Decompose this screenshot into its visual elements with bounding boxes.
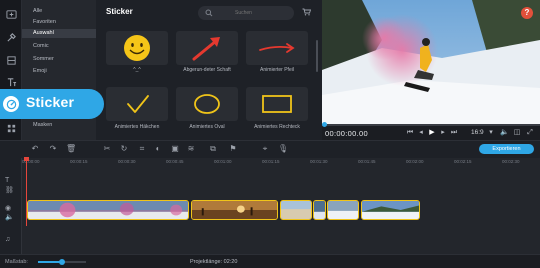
timeline-clip[interactable] xyxy=(313,200,326,220)
smiley-icon xyxy=(124,35,150,61)
video-preview[interactable] xyxy=(322,0,540,124)
category-favorites[interactable]: Favoriten xyxy=(22,18,96,27)
clip-properties-icon[interactable]: ▣ xyxy=(170,144,180,154)
titles-icon[interactable] xyxy=(3,74,19,90)
sticker-caption: Abgerun-deter Schaft xyxy=(183,67,231,73)
aspect-ratio-select[interactable]: 16:9 xyxy=(471,129,484,136)
step-back-icon[interactable]: ◂ xyxy=(417,129,425,137)
category-comic[interactable]: Comic xyxy=(22,42,96,51)
panel-title: Sticker xyxy=(106,7,133,16)
crop-icon[interactable]: ⌗ xyxy=(137,144,147,154)
timeline-toolbar xyxy=(0,140,540,158)
video-track-mute-icon[interactable]: 🔈 xyxy=(5,213,17,223)
checkmark-icon xyxy=(127,95,149,113)
category-selection[interactable]: Auswahl xyxy=(22,29,96,38)
ruler-tick: 00:01:30 xyxy=(310,159,328,164)
more-icon[interactable] xyxy=(3,120,19,136)
undo-icon[interactable]: ↶ xyxy=(30,144,40,154)
timeline-clip[interactable] xyxy=(361,200,420,220)
sticker-tile-arrow[interactable] xyxy=(176,31,238,65)
tool-rail xyxy=(0,0,22,140)
zoom-slider[interactable] xyxy=(38,259,86,265)
stickers-icon xyxy=(3,96,19,112)
oval-icon xyxy=(194,94,220,114)
fullscreen-icon[interactable]: ⤢ xyxy=(526,129,534,137)
status-bar: Maßstab: Projektlänge: 02:20 xyxy=(0,254,540,268)
color-adjust-icon[interactable]: ◐ xyxy=(153,144,163,154)
sticker-caption: ^_^ xyxy=(133,67,141,73)
sticker-caption: Animiertes Oval xyxy=(189,124,225,130)
audio-icon[interactable]: ≋ xyxy=(186,144,196,154)
skip-back-icon[interactable]: ⏮ xyxy=(406,129,414,137)
sticker-tile-smiley[interactable] xyxy=(106,31,168,65)
ruler-tick: 00:02:15 xyxy=(454,159,472,164)
ruler-tick: 00:00:30 xyxy=(118,159,136,164)
panel-scrollbar[interactable] xyxy=(316,40,318,72)
preview-image xyxy=(322,0,540,124)
cut-icon[interactable]: ✂ xyxy=(102,144,112,154)
microphone-icon[interactable]: 🎙 xyxy=(278,144,288,154)
play-icon[interactable]: ▶ xyxy=(428,129,436,137)
tools-icon[interactable] xyxy=(3,29,19,45)
link-track-icon[interactable]: ⛓ xyxy=(5,186,17,196)
volume-icon[interactable]: 🔈 xyxy=(500,129,509,137)
timeline[interactable]: 00:00:00 00:00:15 00:00:30 00:00:45 00:0… xyxy=(0,158,540,254)
redo-icon[interactable]: ↷ xyxy=(48,144,58,154)
scale-label: Maßstab: xyxy=(5,259,28,265)
playhead[interactable] xyxy=(26,158,27,226)
ruler-tick: 00:00:45 xyxy=(166,159,184,164)
ruler-tick: 00:00:15 xyxy=(70,159,88,164)
arrow-icon xyxy=(192,37,220,61)
ruler-tick: 00:02:00 xyxy=(406,159,424,164)
timeline-clip[interactable] xyxy=(27,200,189,220)
ruler-tick: 00:01:15 xyxy=(262,159,280,164)
ruler-tick: 00:01:45 xyxy=(358,159,376,164)
category-masks[interactable]: Masken xyxy=(22,121,96,130)
search-icon xyxy=(205,9,213,17)
app-window: Alle Favoriten Auswahl Comic Sommer Emoj… xyxy=(0,0,540,268)
sticker-tile-curved-arrow[interactable] xyxy=(246,31,308,65)
category-emoji[interactable]: Emoji xyxy=(22,67,96,76)
rotate-icon[interactable]: ↻ xyxy=(119,144,129,154)
export-button[interactable]: Exportieren xyxy=(479,144,534,154)
time-ruler[interactable]: 00:00:00 00:00:15 00:00:30 00:00:45 00:0… xyxy=(22,158,540,166)
store-cart-icon[interactable] xyxy=(302,8,311,16)
timecode: 00:00:00.00 xyxy=(325,129,368,138)
sticker-caption: Animierter Pfeil xyxy=(260,67,294,73)
split-screen-icon[interactable]: ⧉ xyxy=(208,144,218,154)
sticker-category-list: Alle Favoriten Auswahl Comic Sommer Emoj… xyxy=(22,0,119,140)
playback-progress[interactable] xyxy=(322,122,540,127)
timeline-clip[interactable] xyxy=(280,200,312,220)
sticker-tile-checkmark[interactable] xyxy=(106,87,168,121)
category-summer[interactable]: Sommer xyxy=(22,55,96,64)
progress-handle[interactable] xyxy=(322,122,327,127)
delete-icon[interactable]: 🗑 xyxy=(66,144,76,154)
skip-forward-icon[interactable]: ⏭ xyxy=(450,129,458,137)
rectangle-icon xyxy=(262,95,292,113)
step-forward-icon[interactable]: ▸ xyxy=(439,129,447,137)
timeline-clip[interactable] xyxy=(191,200,278,220)
marker-icon[interactable]: ⚑ xyxy=(228,144,238,154)
sticker-tile-rectangle[interactable] xyxy=(246,87,308,121)
sticker-caption: Animiertes Rechteck xyxy=(254,124,300,130)
sticker-tile-oval[interactable] xyxy=(176,87,238,121)
sticker-caption: Animiertes Häkchen xyxy=(114,124,160,130)
zoom-handle[interactable] xyxy=(59,259,65,265)
callout-label: Sticker xyxy=(26,94,75,110)
ruler-tick: 00:02:30 xyxy=(502,159,520,164)
ruler-tick: 00:01:00 xyxy=(214,159,232,164)
sticker-callout[interactable]: Sticker xyxy=(0,89,104,119)
location-icon[interactable]: ⌖ xyxy=(260,144,270,154)
filters-icon[interactable] xyxy=(3,52,19,68)
timeline-clip[interactable] xyxy=(327,200,359,220)
snapshot-icon[interactable]: ◫ xyxy=(513,129,521,137)
category-all[interactable]: Alle xyxy=(22,7,96,16)
chevron-down-icon[interactable]: ▾ xyxy=(487,129,495,137)
curved-arrow-icon xyxy=(259,43,295,53)
help-button[interactable]: ? xyxy=(521,7,533,19)
project-duration: Projektlänge: 02:20 xyxy=(190,259,238,265)
music-track-icon[interactable]: ♫ xyxy=(5,236,17,246)
import-icon[interactable] xyxy=(3,6,19,22)
